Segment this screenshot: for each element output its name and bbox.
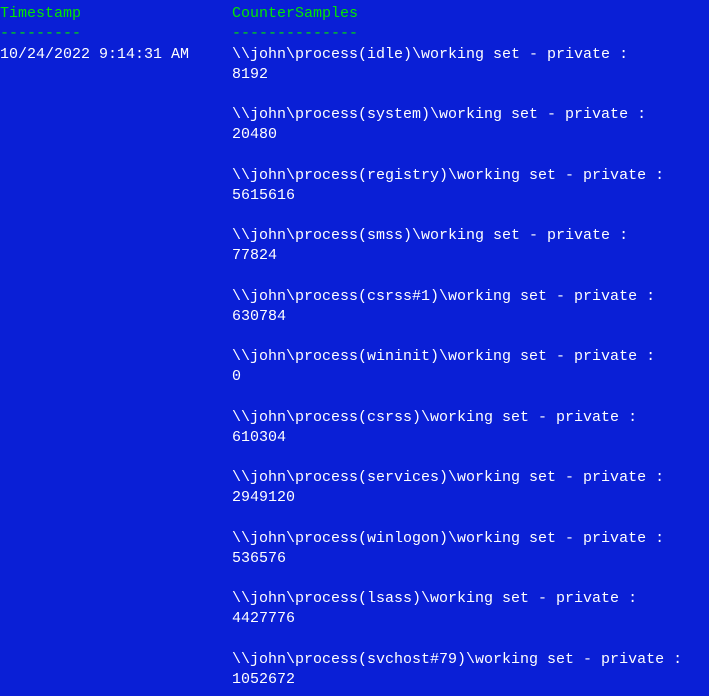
counter-sample-item: \\john\process(idle)\working set - priva… (232, 45, 703, 86)
counter-sample-item: \\john\process(lsass)\working set - priv… (232, 589, 703, 630)
counter-value: 610304 (232, 428, 703, 448)
counter-sample-item: \\john\process(registry)\working set - p… (232, 166, 703, 207)
header-row: Timestamp CounterSamples (0, 4, 709, 24)
data-row: 10/24/2022 9:14:31 AM \\john\process(idl… (0, 45, 709, 691)
counter-value: 630784 (232, 307, 703, 327)
counter-path: \\john\process(wininit)\working set - pr… (232, 347, 703, 367)
counter-value: 8192 (232, 65, 703, 85)
header-counter-samples: CounterSamples (232, 4, 709, 24)
counter-path: \\john\process(idle)\working set - priva… (232, 45, 703, 65)
counter-value: 1052672 (232, 670, 703, 690)
counter-path: \\john\process(csrss#1)\working set - pr… (232, 287, 703, 307)
counter-value: 4427776 (232, 609, 703, 629)
counter-value: 20480 (232, 125, 703, 145)
counter-path: \\john\process(system)\working set - pri… (232, 105, 703, 125)
counter-value: 5615616 (232, 186, 703, 206)
counter-sample-item: \\john\process(csrss#1)\working set - pr… (232, 287, 703, 328)
counter-samples-list: \\john\process(idle)\working set - priva… (232, 45, 709, 691)
counter-value: 2949120 (232, 488, 703, 508)
counter-value: 0 (232, 367, 703, 387)
header-counter-samples-dash: -------------- (232, 24, 709, 44)
counter-sample-item: \\john\process(svchost#79)\working set -… (232, 650, 703, 691)
timestamp-value: 10/24/2022 9:14:31 AM (0, 45, 232, 65)
counter-path: \\john\process(svchost#79)\working set -… (232, 650, 703, 670)
header-timestamp: Timestamp (0, 4, 232, 24)
counter-value: 77824 (232, 246, 703, 266)
counter-path: \\john\process(csrss)\working set - priv… (232, 408, 703, 428)
counter-path: \\john\process(registry)\working set - p… (232, 166, 703, 186)
counter-path: \\john\process(lsass)\working set - priv… (232, 589, 703, 609)
counter-sample-item: \\john\process(winlogon)\working set - p… (232, 529, 703, 570)
counter-path: \\john\process(services)\working set - p… (232, 468, 703, 488)
header-dash-row: --------- -------------- (0, 24, 709, 44)
counter-path: \\john\process(winlogon)\working set - p… (232, 529, 703, 549)
counter-sample-item: \\john\process(services)\working set - p… (232, 468, 703, 509)
counter-path: \\john\process(smss)\working set - priva… (232, 226, 703, 246)
counter-sample-item: \\john\process(smss)\working set - priva… (232, 226, 703, 267)
counter-sample-item: \\john\process(system)\working set - pri… (232, 105, 703, 146)
counter-sample-item: \\john\process(csrss)\working set - priv… (232, 408, 703, 449)
counter-sample-item: \\john\process(wininit)\working set - pr… (232, 347, 703, 388)
counter-value: 536576 (232, 549, 703, 569)
header-timestamp-dash: --------- (0, 24, 232, 44)
